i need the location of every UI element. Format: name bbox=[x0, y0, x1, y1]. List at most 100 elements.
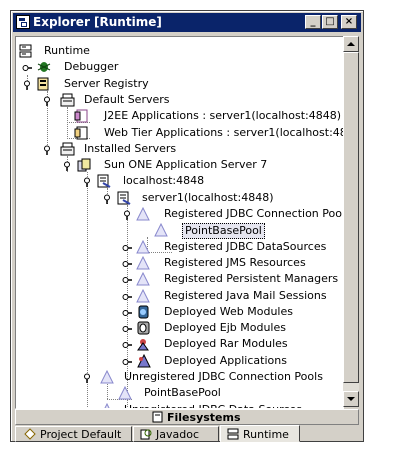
tree-node[interactable]: Registered JDBC DataSources bbox=[16, 239, 343, 255]
tree-node-label: PointBasePool bbox=[182, 223, 265, 240]
collapsed-handle-icon[interactable] bbox=[22, 62, 32, 72]
tree-node[interactable]: server1(localhost:4848) bbox=[16, 190, 343, 206]
tree-node[interactable]: Registered Persistent Managers bbox=[16, 271, 343, 287]
scroll-thumb[interactable] bbox=[343, 52, 359, 383]
triangle-icon bbox=[136, 272, 152, 286]
expanded-handle-icon[interactable] bbox=[22, 79, 32, 90]
web-tier-icon bbox=[74, 126, 90, 140]
tree-node[interactable]: Deployed Applications bbox=[16, 353, 343, 369]
tree-node[interactable]: PointBasePool bbox=[16, 222, 343, 240]
expanded-handle-icon[interactable] bbox=[42, 144, 52, 155]
triangle-icon bbox=[136, 288, 152, 303]
tree-node-label: Deployed Ejb Modules bbox=[164, 321, 286, 335]
host-icon bbox=[96, 174, 112, 189]
tree-node[interactable]: Default Servers bbox=[16, 92, 343, 108]
tree-node[interactable]: localhost:4848 bbox=[16, 173, 343, 189]
expanded-handle-icon[interactable] bbox=[122, 209, 132, 220]
javadoc-icon bbox=[140, 429, 152, 440]
tree-node[interactable]: Deployed Web Modules bbox=[16, 304, 343, 320]
collapsed-handle-icon[interactable] bbox=[122, 258, 132, 268]
runtime-tree: Runtime Debugger Server Registry Default Se… bbox=[15, 36, 344, 409]
expanded-handle-icon[interactable] bbox=[82, 176, 92, 188]
tree-node-label: Registered JDBC Connection Pools bbox=[164, 207, 344, 220]
server-instance-icon bbox=[116, 191, 132, 205]
tree-node-label: Registered Persistent Managers bbox=[164, 272, 339, 286]
tree-node-label: localhost:4848 bbox=[123, 174, 205, 188]
tree-node[interactable]: Sun ONE Application Server 7 bbox=[16, 157, 343, 173]
tree-node[interactable]: Deployed Ejb Modules bbox=[16, 320, 343, 336]
title-bar[interactable]: Explorer [Runtime] _ □ × bbox=[13, 13, 361, 32]
collapsed-handle-icon[interactable] bbox=[122, 307, 132, 317]
collapsed-handle-icon[interactable] bbox=[122, 274, 132, 284]
collapsed-handle-icon[interactable] bbox=[122, 339, 132, 349]
explorer-tabs: Project Default Javadoc Runtime bbox=[15, 425, 359, 442]
tab-project-default[interactable]: Project Default bbox=[15, 426, 132, 442]
default-servers-icon bbox=[60, 93, 76, 107]
tree-node[interactable]: Web Tier Applications : server1(localhos… bbox=[16, 125, 343, 141]
triangle-icon bbox=[154, 223, 170, 237]
filesystems-bar[interactable]: Filesystems bbox=[15, 409, 359, 425]
installed-servers-icon bbox=[60, 142, 76, 156]
triangle-icon bbox=[136, 239, 152, 254]
minimize-button[interactable]: _ bbox=[305, 15, 321, 29]
tree-node-label: Server Registry bbox=[64, 76, 149, 90]
tab-javadoc[interactable]: Javadoc bbox=[133, 426, 219, 442]
collapsed-handle-icon[interactable] bbox=[122, 242, 132, 252]
applications-icon bbox=[136, 353, 152, 368]
expanded-handle-icon[interactable] bbox=[42, 95, 52, 106]
vertical-scrollbar[interactable] bbox=[343, 36, 359, 407]
tree-node-label: PointBasePool bbox=[144, 386, 221, 400]
tree-node[interactable]: Registered JDBC Connection Pools bbox=[16, 206, 343, 222]
tab-label: Project Default bbox=[40, 428, 122, 441]
web-module-icon bbox=[136, 305, 152, 319]
triangle-icon bbox=[100, 369, 116, 384]
ejb-module-icon bbox=[136, 321, 152, 335]
tab-label: Javadoc bbox=[156, 428, 199, 441]
scroll-down-button[interactable] bbox=[343, 391, 359, 407]
tree-node-label: J2EE Applications : server1(localhost:48… bbox=[104, 109, 342, 123]
expanded-handle-icon[interactable] bbox=[62, 160, 72, 172]
tree-node-label: Deployed Applications bbox=[164, 353, 287, 367]
window-icon bbox=[16, 15, 30, 29]
tree-node[interactable]: Unregistered JDBC Connection Pools bbox=[16, 369, 343, 385]
tree-node-label: server1(localhost:4848) bbox=[142, 190, 274, 204]
triangle-icon bbox=[136, 255, 152, 270]
filesystems-icon bbox=[152, 411, 163, 423]
collapsed-handle-icon[interactable] bbox=[122, 291, 132, 301]
tree-node[interactable]: Registered Java Mail Sessions bbox=[16, 288, 343, 304]
close-button[interactable]: × bbox=[341, 15, 357, 29]
tree-node[interactable]: Unregistered JDBC Data Sources bbox=[16, 402, 343, 408]
scroll-up-button[interactable] bbox=[343, 36, 359, 52]
j2ee-app-icon bbox=[74, 109, 90, 123]
triangle-icon bbox=[136, 206, 152, 221]
expanded-handle-icon[interactable] bbox=[102, 193, 112, 204]
expanded-handle-icon[interactable] bbox=[82, 372, 92, 383]
maximize-button[interactable]: □ bbox=[322, 15, 338, 29]
tree-node-label: Default Servers bbox=[84, 92, 170, 106]
tree-node[interactable]: J2EE Applications : server1(localhost:48… bbox=[16, 108, 343, 124]
project-icon bbox=[24, 428, 36, 440]
tree-node[interactable]: PointBasePool bbox=[16, 385, 343, 401]
tree-node-label: Registered JDBC DataSources bbox=[164, 239, 327, 253]
tree-node[interactable]: Registered JMS Resources bbox=[16, 255, 343, 271]
tree-node[interactable]: Runtime bbox=[16, 43, 343, 59]
collapsed-handle-icon[interactable] bbox=[122, 323, 132, 333]
tab-runtime[interactable]: Runtime bbox=[220, 425, 300, 442]
window-title: Explorer [Runtime] bbox=[33, 15, 162, 29]
rar-module-icon bbox=[136, 337, 152, 351]
tree-node-label: Runtime bbox=[44, 44, 90, 57]
tree-node-label: Registered JMS Resources bbox=[164, 255, 306, 269]
tab-label: Runtime bbox=[243, 428, 289, 441]
collapsed-handle-icon[interactable] bbox=[122, 356, 132, 366]
tree-node-label: Unregistered JDBC Connection Pools bbox=[124, 370, 323, 383]
tree-node[interactable]: Server Registry bbox=[16, 76, 343, 92]
tree-node[interactable]: Installed Servers bbox=[16, 141, 343, 157]
filesystems-label: Filesystems bbox=[167, 411, 241, 424]
tree-node-label: Installed Servers bbox=[84, 141, 177, 155]
debugger-icon bbox=[36, 60, 52, 74]
tree-node[interactable]: Deployed Rar Modules bbox=[16, 336, 343, 352]
tree-node[interactable]: Debugger bbox=[16, 59, 343, 75]
triangle-icon bbox=[118, 386, 134, 400]
tree-node-label: Deployed Web Modules bbox=[164, 304, 293, 318]
runtime-icon bbox=[227, 428, 239, 440]
